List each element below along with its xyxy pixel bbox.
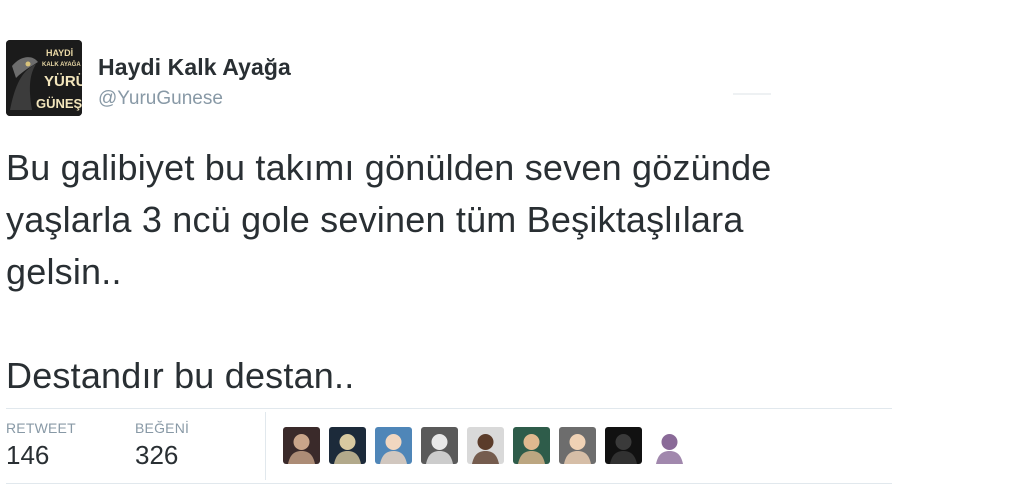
liker-avatar-2[interactable] (329, 427, 366, 464)
liker-avatar-7[interactable] (559, 427, 596, 464)
tweet-text-line-3: gelsin.. (6, 251, 122, 292)
likes-stat[interactable]: BEĞENİ 326 (135, 420, 189, 471)
likes-label: BEĞENİ (135, 420, 190, 436)
tweet-text-line-2: yaşlarla 3 ncü gole sevinen tüm Beşiktaş… (6, 199, 744, 240)
stats-divider-top (6, 408, 892, 409)
liker-avatar-8[interactable] (605, 427, 642, 464)
liker-avatar-9[interactable] (651, 427, 688, 464)
stats-divider-bottom (6, 483, 892, 484)
liker-avatar-1[interactable] (283, 427, 320, 464)
avatar-text-1: HAYDİ (46, 48, 73, 58)
tweet-card: HAYDİ KALK AYAĞA YÜRÜ GÜNEŞE! Haydi Kalk… (0, 0, 1024, 494)
stats-divider-vertical (265, 412, 266, 480)
liker-avatar-6[interactable] (513, 427, 550, 464)
retweet-label: RETWEET (6, 420, 76, 436)
faint-divider (733, 93, 771, 95)
avatar-text-4: GÜNEŞE! (36, 96, 82, 111)
author-handle[interactable]: @YuruGunese (98, 88, 223, 110)
likes-count: 326 (135, 440, 179, 470)
avatar-image: HAYDİ KALK AYAĞA YÜRÜ GÜNEŞE! (6, 40, 82, 116)
avatar-text-2: KALK AYAĞA (42, 60, 81, 68)
liker-avatars (283, 427, 688, 465)
liker-avatar-4[interactable] (421, 427, 458, 464)
author-fullname[interactable]: Haydi Kalk Ayağa (98, 54, 291, 81)
liker-avatar-3[interactable] (375, 427, 412, 464)
liker-avatar-5[interactable] (467, 427, 504, 464)
tweet-text: Bu galibiyet bu takımı gönülden seven gö… (6, 142, 966, 402)
author-avatar[interactable]: HAYDİ KALK AYAĞA YÜRÜ GÜNEŞE! (6, 40, 82, 116)
avatar-text-3: YÜRÜ (44, 73, 82, 90)
retweet-count: 146 (6, 440, 50, 470)
retweet-stat[interactable]: RETWEET 146 (6, 420, 76, 471)
tweet-text-line-4: Destandır bu destan.. (6, 355, 355, 396)
tweet-text-line-1: Bu galibiyet bu takımı gönülden seven gö… (6, 147, 772, 188)
